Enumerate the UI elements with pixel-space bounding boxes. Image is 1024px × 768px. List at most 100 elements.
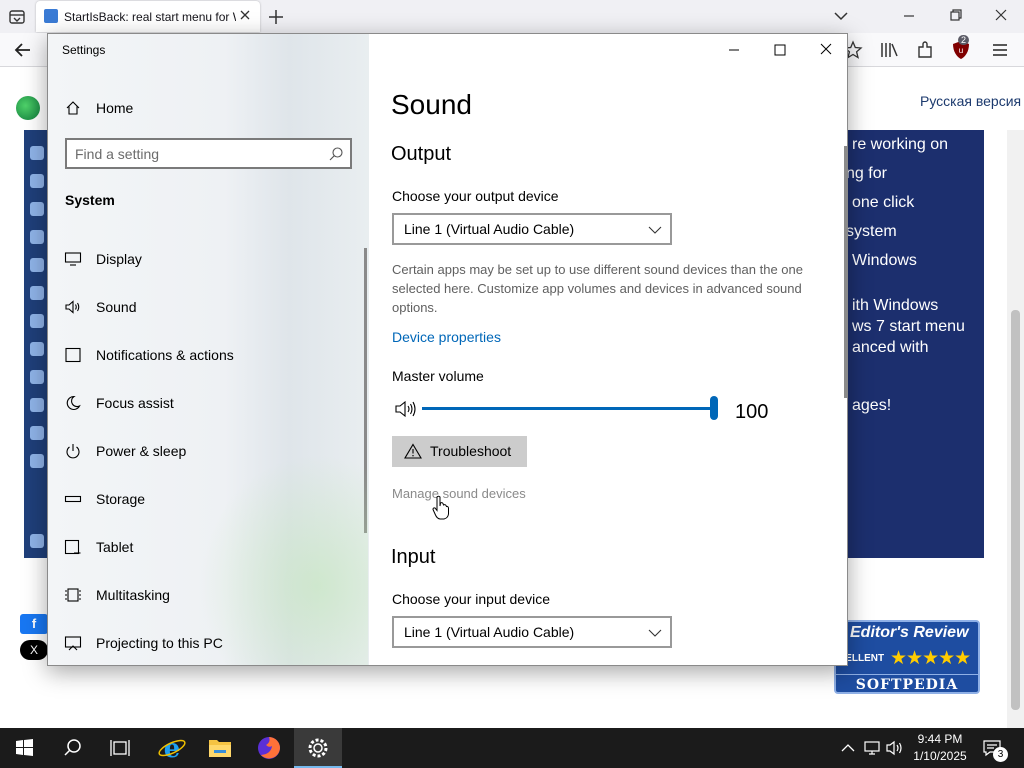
sidebar-item-notifications[interactable]: Notifications & actions bbox=[48, 335, 366, 375]
extensions-icon[interactable] bbox=[914, 39, 936, 61]
tab-title: StartIsBack: real start menu for W bbox=[64, 10, 236, 24]
tablet-icon bbox=[64, 539, 82, 555]
find-setting-input[interactable] bbox=[75, 144, 315, 164]
settings-content bbox=[369, 34, 847, 665]
site-logo-icon[interactable] bbox=[16, 96, 40, 120]
sidebar-item-multitasking[interactable]: Multitasking bbox=[48, 575, 366, 615]
tab-favicon-icon bbox=[44, 9, 58, 23]
window-title: Settings bbox=[62, 43, 106, 57]
svg-text:u: u bbox=[959, 46, 963, 55]
find-setting-search[interactable] bbox=[65, 138, 352, 169]
back-arrow-icon[interactable] bbox=[12, 39, 34, 61]
settings-window: Settings Home System Display Sound Notif… bbox=[47, 33, 848, 666]
device-properties-link[interactable]: Device properties bbox=[392, 329, 501, 345]
banner-text: Windows bbox=[852, 252, 917, 269]
volume-slider-fill bbox=[422, 407, 716, 410]
sidebar-item-label: Home bbox=[96, 100, 134, 116]
task-view-icon[interactable] bbox=[96, 728, 144, 768]
clock-date[interactable]: 1/10/2025 bbox=[900, 749, 980, 763]
moon-icon bbox=[64, 395, 82, 411]
sidebar-item-label: Tablet bbox=[96, 539, 134, 555]
softpedia-review-badge[interactable]: Editor's Review CELLENT ★★★★★ SOFTPEDIA bbox=[834, 620, 980, 694]
content-scrollbar[interactable] bbox=[844, 146, 847, 398]
tab-close-icon[interactable] bbox=[238, 8, 252, 22]
sidebar-scrollbar[interactable] bbox=[364, 248, 367, 533]
output-heading: Output bbox=[391, 143, 452, 165]
clock-time[interactable]: 9:44 PM bbox=[900, 732, 980, 746]
russian-version-link[interactable]: Русская версия bbox=[920, 93, 1021, 109]
sidebar-item-power-sleep[interactable]: Power & sleep bbox=[48, 431, 366, 471]
close-icon[interactable] bbox=[803, 34, 847, 66]
volume-slider-thumb[interactable] bbox=[710, 396, 718, 420]
browser-tab-bar: StartIsBack: real start menu for W bbox=[0, 0, 1024, 33]
manage-sound-devices-link[interactable]: Manage sound devices bbox=[392, 486, 526, 501]
internet-explorer-icon[interactable]: e bbox=[148, 728, 196, 768]
review-title: Editor's Review bbox=[850, 624, 969, 641]
warning-icon bbox=[404, 443, 422, 459]
output-device-label: Choose your output device bbox=[392, 188, 559, 204]
banner-text: system bbox=[848, 223, 897, 240]
start-windows-icon[interactable] bbox=[0, 728, 48, 768]
browser-tab[interactable]: StartIsBack: real start menu for W bbox=[36, 1, 260, 32]
volume-icon[interactable] bbox=[394, 399, 418, 419]
page-scrollbar-thumb[interactable] bbox=[1011, 310, 1020, 710]
search-icon[interactable] bbox=[328, 146, 344, 162]
sidebar-item-tablet[interactable]: Tablet bbox=[48, 527, 366, 567]
power-icon bbox=[64, 443, 82, 459]
sidebar-item-label: Focus assist bbox=[96, 395, 174, 411]
library-icon[interactable] bbox=[878, 39, 900, 61]
sidebar-item-label: Multitasking bbox=[96, 587, 170, 603]
sidebar-item-focus-assist[interactable]: Focus assist bbox=[48, 383, 366, 423]
sidebar-item-label: Display bbox=[96, 251, 142, 267]
master-volume-label: Master volume bbox=[392, 368, 484, 384]
hand-cursor-icon bbox=[432, 495, 450, 521]
notifications-icon bbox=[64, 347, 82, 363]
taskbar-search-icon[interactable] bbox=[48, 728, 96, 768]
speaker-icon bbox=[64, 299, 82, 315]
banner-text: ng for bbox=[848, 165, 887, 182]
browser-close-icon[interactable] bbox=[989, 5, 1013, 27]
firefox-icon[interactable] bbox=[245, 728, 293, 768]
minimize-icon[interactable] bbox=[711, 34, 757, 66]
tray-overflow-chevron-icon[interactable] bbox=[838, 738, 858, 758]
home-icon bbox=[65, 100, 81, 116]
sidebar-item-label: Sound bbox=[96, 299, 137, 315]
output-device-dropdown[interactable]: Line 1 (Virtual Audio Cable) bbox=[392, 213, 672, 245]
new-tab-icon[interactable] bbox=[266, 7, 286, 27]
input-device-dropdown[interactable]: Line 1 (Virtual Audio Cable) bbox=[392, 616, 672, 648]
troubleshoot-label: Troubleshoot bbox=[430, 443, 512, 459]
tab-overflow-chevron-icon[interactable] bbox=[829, 5, 853, 27]
troubleshoot-button[interactable]: Troubleshoot bbox=[392, 436, 527, 467]
network-icon[interactable] bbox=[862, 738, 882, 758]
svg-text:e: e bbox=[164, 734, 181, 764]
review-stars: ★★★★★ bbox=[890, 648, 971, 669]
sidebar-item-sound[interactable]: Sound bbox=[48, 287, 366, 327]
output-device-value: Line 1 (Virtual Audio Cable) bbox=[404, 221, 575, 237]
maximize-icon[interactable] bbox=[757, 34, 803, 66]
review-brand: SOFTPEDIA bbox=[836, 674, 978, 692]
hamburger-menu-icon[interactable] bbox=[989, 39, 1011, 61]
sidebar-item-label: Storage bbox=[96, 491, 146, 507]
output-description: Certain apps may be set up to use differ… bbox=[392, 262, 803, 315]
facebook-share-button[interactable]: f bbox=[20, 614, 48, 634]
banner-text: ith Windows bbox=[852, 297, 939, 314]
master-volume-slider[interactable] bbox=[422, 396, 718, 420]
browser-minimize-icon[interactable] bbox=[897, 5, 921, 27]
notification-count-badge: 3 bbox=[993, 747, 1008, 762]
sidebar-item-label: Projecting to this PC bbox=[96, 635, 223, 651]
x-share-button[interactable]: X bbox=[20, 640, 48, 660]
browser-restore-icon[interactable] bbox=[943, 5, 967, 27]
banner-text: re working on bbox=[852, 136, 949, 153]
page-screenshot-strip bbox=[24, 130, 48, 558]
file-explorer-icon[interactable] bbox=[196, 728, 244, 768]
banner-text: anced with bbox=[852, 339, 929, 356]
sidebar-item-display[interactable]: Display bbox=[48, 239, 366, 279]
promo-banner: re working on ng for one click system Wi… bbox=[848, 130, 984, 558]
sidebar-item-projecting[interactable]: Projecting to this PC bbox=[48, 623, 366, 663]
sidebar-item-home[interactable]: Home bbox=[48, 92, 369, 124]
page-scrollbar[interactable] bbox=[1007, 130, 1024, 728]
sidebar-item-storage[interactable]: Storage bbox=[48, 479, 366, 519]
tab-list-icon[interactable] bbox=[6, 6, 28, 28]
chevron-down-icon bbox=[648, 223, 662, 235]
settings-gear-icon[interactable] bbox=[294, 728, 342, 768]
